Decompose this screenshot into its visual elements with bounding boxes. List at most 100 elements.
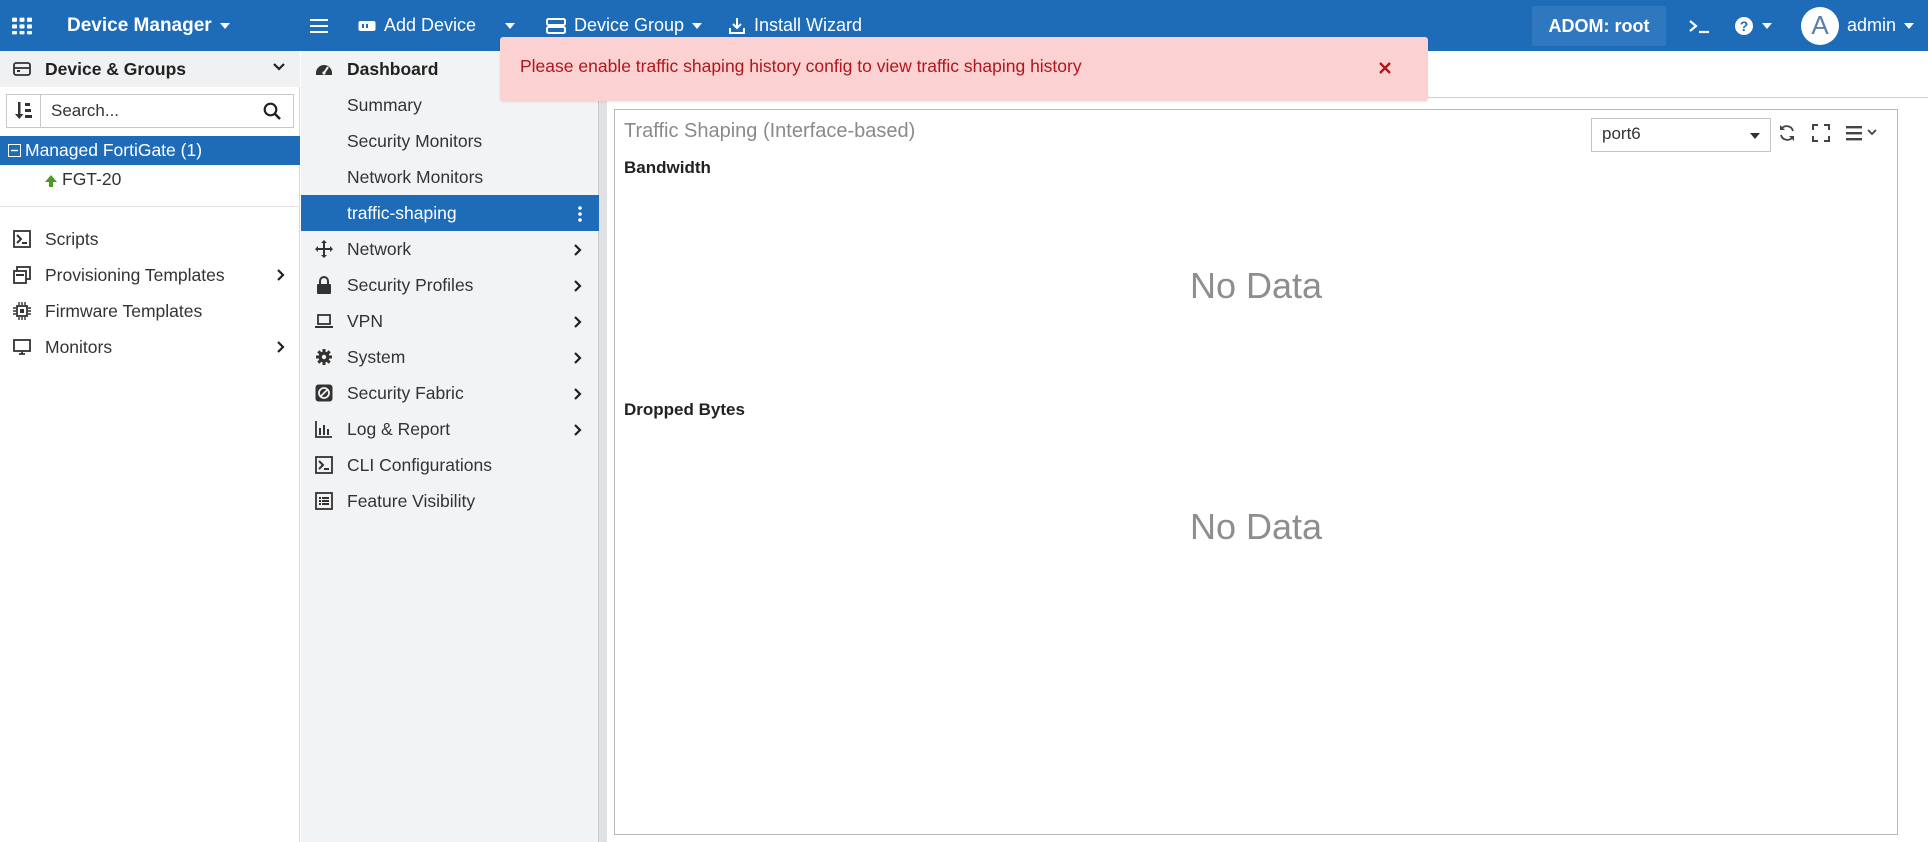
menu-item-traffic-shaping[interactable]: traffic-shaping — [301, 195, 599, 231]
menu-item-label: Security Profiles — [347, 275, 474, 295]
hamburger-button[interactable] — [310, 0, 328, 51]
menu-item-system[interactable]: System — [301, 339, 599, 375]
device-groups-label: Device & Groups — [45, 58, 187, 79]
sort-button[interactable] — [7, 95, 41, 127]
traffic-shaping-widget: Traffic Shaping (Interface-based) port6 … — [614, 109, 1898, 835]
nav-item-label: Firmware Templates — [45, 300, 203, 321]
menu-item-network-monitors[interactable]: Network Monitors — [301, 159, 599, 195]
chevron-down-icon — [1750, 133, 1760, 139]
error-alert: Please enable traffic shaping history co… — [500, 37, 1428, 101]
chevron-right-icon — [573, 351, 583, 365]
app-title: Device Manager — [67, 14, 212, 36]
chevron-right-icon — [573, 423, 583, 437]
menu-item-label: Dashboard — [347, 59, 439, 79]
nav-item-monitors[interactable]: Monitors — [0, 329, 300, 365]
fullscreen-icon[interactable] — [1812, 124, 1830, 142]
menu-scrollbar[interactable] — [599, 51, 607, 842]
device-group-label: Device Group — [574, 15, 685, 35]
chevron-down-icon — [272, 62, 286, 72]
port-select[interactable]: port6 — [1591, 118, 1771, 152]
help-button[interactable]: ? — [1734, 0, 1772, 51]
network-icon — [315, 240, 333, 258]
menu-item-security-fabric[interactable]: Security Fabric — [301, 375, 599, 411]
search-input[interactable] — [51, 95, 251, 127]
dropped-bytes-empty-state: No Data — [1189, 506, 1323, 547]
adom-selector[interactable]: ADOM: root — [1532, 6, 1666, 46]
add-device-label: Add Device — [384, 15, 477, 35]
laptop-icon — [315, 312, 333, 330]
add-device-button[interactable]: Add Device — [358, 0, 476, 51]
menu-item-label: traffic-shaping — [347, 203, 457, 223]
refresh-icon[interactable] — [1778, 124, 1796, 142]
add-device-icon — [358, 19, 376, 33]
terminal-icon — [1688, 18, 1710, 34]
cli-console-button[interactable] — [1688, 0, 1710, 51]
fabric-icon — [315, 384, 333, 402]
tree-device-fgt20[interactable]: FGT-20 — [0, 165, 300, 193]
widget-menu-icon[interactable] — [1846, 124, 1882, 142]
app-title-dropdown[interactable]: Device Manager — [67, 0, 230, 51]
more-options-icon[interactable] — [577, 205, 583, 223]
menu-item-vpn[interactable]: VPN — [301, 303, 599, 339]
menu-item-network[interactable]: Network — [301, 231, 599, 267]
tree-device-label: FGT-20 — [62, 168, 122, 189]
chevron-down-icon — [505, 22, 515, 29]
dashboard-icon — [315, 60, 333, 78]
apps-menu-button[interactable] — [12, 0, 32, 51]
menu-item-label: System — [347, 347, 406, 367]
bandwidth-empty-state: No Data — [1189, 265, 1323, 306]
device-groups-icon — [13, 60, 31, 78]
chevron-right-icon — [573, 387, 583, 401]
chevron-down-icon — [692, 22, 703, 29]
apps-grid-icon — [12, 16, 32, 36]
menu-item-log-report[interactable]: Log & Report — [301, 411, 599, 447]
port-select-value: port6 — [1602, 124, 1641, 143]
user-menu[interactable]: A admin — [1801, 0, 1915, 51]
chevron-down-icon — [1904, 22, 1915, 29]
chevron-right-icon — [573, 315, 583, 329]
menu-item-label: Log & Report — [347, 419, 451, 439]
menu-item-security-monitors[interactable]: Security Monitors — [301, 123, 599, 159]
alert-message: Please enable traffic shaping history co… — [520, 56, 1082, 76]
device-search-box — [6, 94, 294, 128]
list-icon — [315, 492, 333, 510]
chevron-right-icon — [276, 268, 286, 282]
tree-group-managed-fortigate[interactable]: Managed FortiGate (1) — [0, 136, 300, 165]
chevron-down-icon — [219, 22, 230, 29]
menu-item-label: Feature Visibility — [347, 491, 476, 511]
main-content: Traffic Shaping (Interface-based) port6 … — [607, 51, 1928, 842]
search-icon[interactable] — [263, 102, 281, 120]
chevron-right-icon — [573, 279, 583, 293]
menu-item-label: Network Monitors — [347, 167, 484, 187]
cli-icon — [315, 456, 333, 474]
device-tree-pane: Device & Groups Managed FortiGate (1) FG… — [0, 51, 300, 842]
nav-item-firmware-templates[interactable]: Firmware Templates — [0, 293, 300, 329]
sort-icon — [14, 101, 33, 121]
nav-item-provisioning-templates[interactable]: Provisioning Templates — [0, 257, 300, 293]
install-icon — [728, 17, 746, 35]
user-name: admin — [1847, 15, 1897, 35]
nav-item-label: Monitors — [45, 336, 113, 357]
menu-item-label: VPN — [347, 311, 383, 331]
avatar: A — [1801, 6, 1839, 45]
hamburger-icon — [310, 18, 328, 34]
tree-group-label: Managed FortiGate (1) — [25, 140, 203, 160]
collapse-icon[interactable] — [8, 144, 21, 157]
menu-item-label: Network — [347, 239, 412, 259]
nav-item-scripts[interactable]: Scripts — [0, 221, 300, 257]
device-groups-header[interactable]: Device & Groups — [0, 51, 300, 87]
menu-item-feature-visibility[interactable]: Feature Visibility — [301, 483, 599, 519]
device-group-icon — [546, 17, 566, 34]
close-icon[interactable] — [1378, 61, 1392, 75]
dropped-bytes-title: Dropped Bytes — [624, 400, 745, 419]
menu-item-security-profiles[interactable]: Security Profiles — [301, 267, 599, 303]
chip-icon — [13, 302, 31, 320]
install-wizard-label: Install Wizard — [754, 15, 863, 35]
divider — [0, 206, 300, 207]
status-up-icon — [44, 174, 58, 188]
menu-item-cli-configurations[interactable]: CLI Configurations — [301, 447, 599, 483]
menu-item-label: Summary — [347, 95, 422, 115]
chevron-right-icon — [276, 340, 286, 354]
chevron-right-icon — [573, 243, 583, 257]
monitor-icon — [13, 338, 31, 356]
